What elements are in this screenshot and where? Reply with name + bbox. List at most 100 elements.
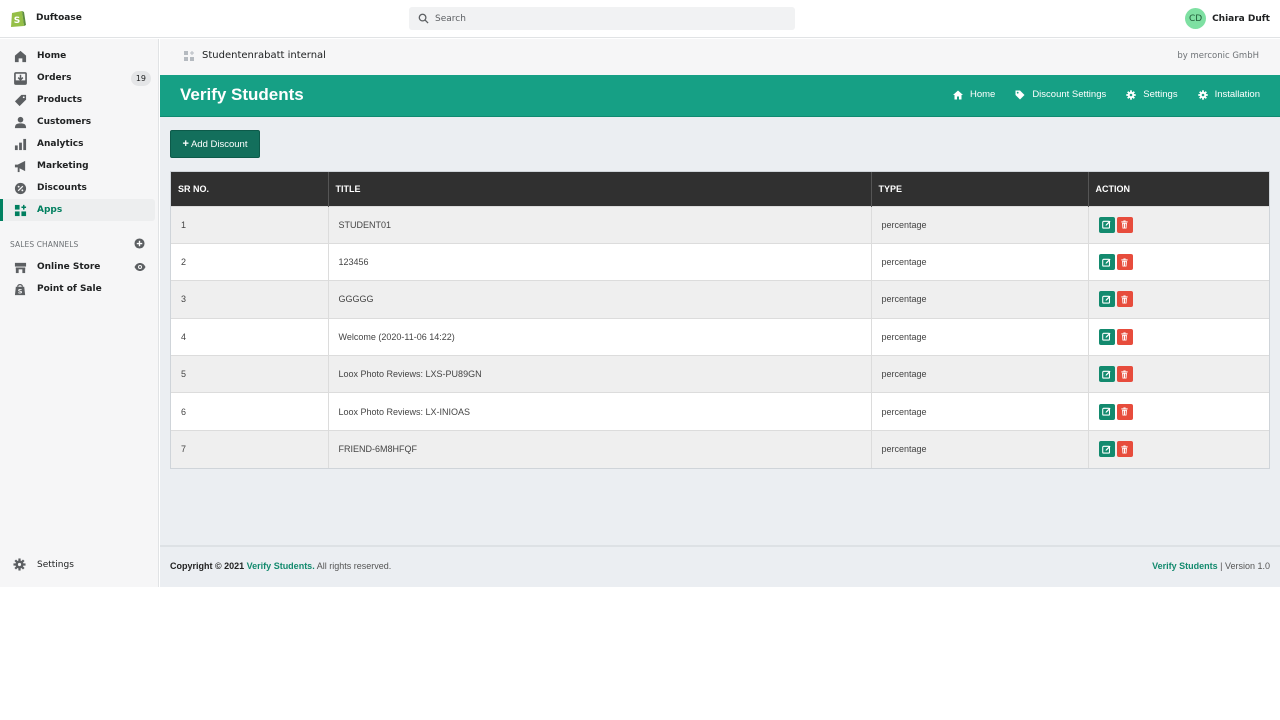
sidebar-item-customers[interactable]: Customers (0, 111, 155, 133)
discounts-table: SR NO. TITLE TYPE ACTION 1STUDENT01perce… (170, 171, 1270, 469)
sidebar-item-online-store[interactable]: Online Store (0, 256, 155, 278)
sidebar-item-label: Customers (37, 117, 91, 127)
delete-button[interactable] (1117, 217, 1133, 233)
delete-button[interactable] (1117, 291, 1133, 307)
cell-title: FRIEND-6M8HFQF (328, 430, 871, 467)
discount-icon (13, 181, 27, 195)
delete-button[interactable] (1117, 441, 1133, 457)
edit-button[interactable] (1099, 254, 1115, 270)
sidebar-item-label: Discounts (37, 183, 87, 193)
nav-installation[interactable]: Installation (1198, 89, 1260, 100)
svg-text:S: S (14, 16, 20, 26)
app-header: Studentenrabatt internal by merconic Gmb… (160, 39, 1280, 75)
cell-title: GGGGG (328, 281, 871, 318)
edit-button[interactable] (1099, 329, 1115, 345)
edit-button[interactable] (1099, 441, 1115, 457)
gear-icon (1198, 90, 1208, 100)
delete-button[interactable] (1117, 404, 1133, 420)
sidebar-item-apps[interactable]: Apps (0, 199, 155, 221)
cell-action (1088, 243, 1269, 280)
delete-button[interactable] (1117, 329, 1133, 345)
nav-home-label: Home (970, 89, 995, 100)
sidebar-item-orders[interactable]: Orders 19 (0, 67, 155, 89)
app-title: Verify Students (180, 85, 304, 105)
cell-type: percentage (871, 281, 1088, 318)
user-menu[interactable]: CD Chiara Duft (1185, 8, 1270, 29)
delete-button[interactable] (1117, 254, 1133, 270)
table-header-row: SR NO. TITLE TYPE ACTION (171, 172, 1269, 206)
cell-action (1088, 318, 1269, 355)
trash-icon (1120, 407, 1129, 416)
tag-icon (13, 93, 27, 107)
top-bar: S Duftoase CD Chiara Duft (0, 0, 1280, 38)
gear-icon (13, 558, 27, 572)
cell-sr-no: 3 (171, 281, 328, 318)
cell-title: 123456 (328, 243, 871, 280)
edit-icon (1102, 445, 1111, 454)
footer: Copyright © 2021 Verify Students. All ri… (160, 545, 1280, 587)
trash-icon (1120, 332, 1129, 341)
store-switcher[interactable]: S Duftoase (10, 8, 82, 28)
search-icon (418, 13, 429, 24)
trash-icon (1120, 258, 1129, 267)
sidebar-item-settings[interactable]: Settings (0, 554, 155, 576)
delete-button[interactable] (1117, 366, 1133, 382)
edit-icon (1102, 220, 1111, 229)
cell-type: percentage (871, 356, 1088, 393)
sidebar-item-label: Point of Sale (37, 284, 102, 294)
store-icon (13, 260, 27, 274)
table-row: 5Loox Photo Reviews: LXS-PU89GNpercentag… (171, 356, 1269, 393)
store-name: Duftoase (36, 13, 82, 23)
search-bar[interactable] (409, 7, 795, 30)
cell-title: Loox Photo Reviews: LX-INIOAS (328, 393, 871, 430)
nav-settings[interactable]: Settings (1126, 89, 1177, 100)
header-title: TITLE (328, 172, 871, 206)
version-brand-link[interactable]: Verify Students (1152, 561, 1218, 571)
sidebar-item-home[interactable]: Home (0, 45, 155, 67)
sidebar-item-label: Online Store (37, 262, 100, 272)
add-sales-channel-icon[interactable] (134, 238, 145, 249)
home-icon (953, 90, 963, 100)
plus-icon: + (183, 138, 189, 150)
table-row: 3GGGGGpercentage (171, 281, 1269, 318)
edit-button[interactable] (1099, 291, 1115, 307)
edit-icon (1102, 332, 1111, 341)
nav-home[interactable]: Home (953, 89, 995, 100)
cell-action (1088, 393, 1269, 430)
footer-brand-link[interactable]: Verify Students. (247, 561, 315, 571)
edit-icon (1102, 370, 1111, 379)
edit-icon (1102, 258, 1111, 267)
nav-discount-settings[interactable]: Discount Settings (1015, 89, 1106, 100)
sidebar-item-label: Home (37, 51, 66, 61)
sidebar-item-analytics[interactable]: Analytics (0, 133, 155, 155)
edit-button[interactable] (1099, 366, 1115, 382)
version-text: | Version 1.0 (1220, 561, 1270, 571)
sidebar-item-products[interactable]: Products (0, 89, 155, 111)
edit-button[interactable] (1099, 217, 1115, 233)
cell-action (1088, 281, 1269, 318)
nav-discount-settings-label: Discount Settings (1032, 89, 1106, 100)
cell-type: percentage (871, 393, 1088, 430)
gear-icon (1126, 90, 1136, 100)
nav-settings-label: Settings (1143, 89, 1177, 100)
sidebar-item-marketing[interactable]: Marketing (0, 155, 155, 177)
user-name: Chiara Duft (1212, 14, 1270, 24)
nav-installation-label: Installation (1215, 89, 1260, 100)
sidebar-item-label: Settings (37, 560, 74, 570)
eye-icon[interactable] (134, 261, 146, 273)
add-discount-button[interactable]: + Add Discount (170, 130, 260, 158)
cell-action (1088, 430, 1269, 467)
cell-sr-no: 7 (171, 430, 328, 467)
cell-title: Welcome (2020-11-06 14:22) (328, 318, 871, 355)
search-input[interactable] (435, 14, 775, 24)
sidebar-item-label: Apps (37, 205, 62, 215)
orders-icon (13, 71, 27, 85)
sidebar-item-point-of-sale[interactable]: S Point of Sale (0, 278, 155, 300)
header-type: TYPE (871, 172, 1088, 206)
cell-action (1088, 356, 1269, 393)
cell-sr-no: 1 (171, 206, 328, 243)
cell-sr-no: 6 (171, 393, 328, 430)
header-action: ACTION (1088, 172, 1269, 206)
edit-button[interactable] (1099, 404, 1115, 420)
sidebar-item-discounts[interactable]: Discounts (0, 177, 155, 199)
